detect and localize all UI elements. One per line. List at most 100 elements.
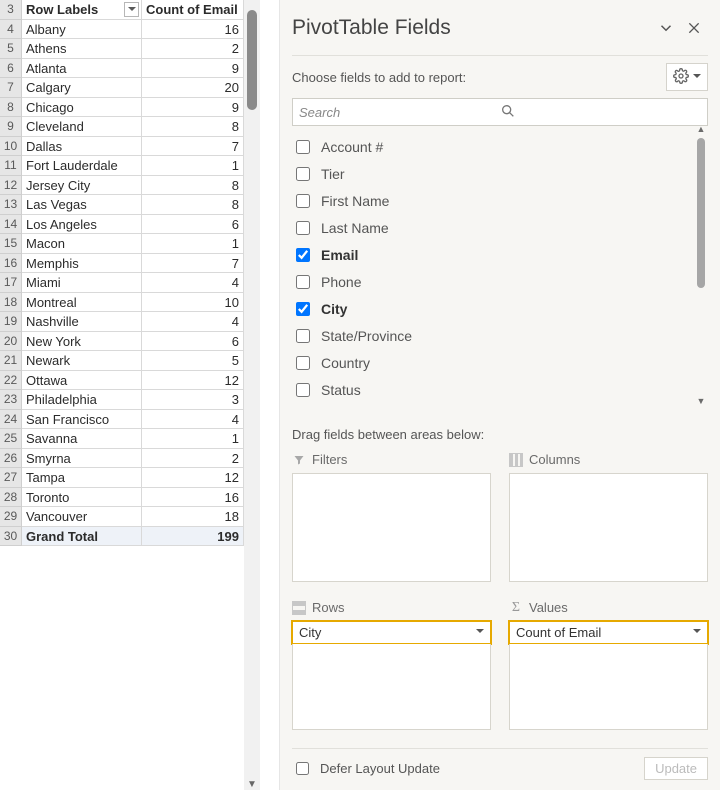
cell-value[interactable]: 5 [142, 351, 244, 371]
cell-value[interactable]: 6 [142, 332, 244, 352]
cell-value[interactable]: 20 [142, 78, 244, 98]
cell-label[interactable]: Tampa [22, 468, 142, 488]
field-item[interactable]: Last Name [292, 217, 694, 239]
cell-value[interactable]: 7 [142, 137, 244, 157]
table-row: 4Albany16 [0, 20, 244, 40]
cell-label[interactable]: San Francisco [22, 410, 142, 430]
field-checkbox[interactable] [296, 248, 310, 262]
rows-drop-zone[interactable] [292, 644, 491, 730]
field-checkbox[interactable] [296, 275, 310, 289]
cell-value[interactable]: 12 [142, 371, 244, 391]
cell-value[interactable]: 8 [142, 176, 244, 196]
fields-layout-options-button[interactable] [666, 63, 708, 91]
field-checkbox[interactable] [296, 194, 310, 208]
cell-value[interactable]: 3 [142, 390, 244, 410]
cell-value[interactable]: 6 [142, 215, 244, 235]
cell-label[interactable]: Athens [22, 39, 142, 59]
cell-label[interactable]: Memphis [22, 254, 142, 274]
cell-label[interactable]: Jersey City [22, 176, 142, 196]
cell-value[interactable]: 2 [142, 39, 244, 59]
cell-label[interactable]: Calgary [22, 78, 142, 98]
cell-label[interactable]: Dallas [22, 137, 142, 157]
cell-label[interactable]: Smyrna [22, 449, 142, 469]
cell-value[interactable]: 1 [142, 429, 244, 449]
defer-layout-checkbox[interactable] [296, 762, 309, 775]
cell-label[interactable]: Toronto [22, 488, 142, 508]
rows-field-pill[interactable]: City [291, 620, 492, 645]
scroll-down-arrow[interactable]: ▼ [694, 396, 708, 406]
fields-search-input[interactable]: Search [292, 98, 708, 126]
cell-value[interactable]: 16 [142, 488, 244, 508]
field-item[interactable]: Phone [292, 271, 694, 293]
row-number: 19 [0, 312, 22, 332]
cell-label[interactable]: Ottawa [22, 371, 142, 391]
field-item[interactable]: Status [292, 379, 694, 401]
field-item[interactable]: State/Province [292, 325, 694, 347]
cell-label[interactable]: Savanna [22, 429, 142, 449]
grand-total-value[interactable]: 199 [142, 527, 244, 547]
fields-scrollbar[interactable]: ▲ ▼ [694, 136, 708, 401]
row-labels-filter-dropdown[interactable] [124, 2, 139, 17]
field-checkbox[interactable] [296, 140, 310, 154]
chevron-down-icon [693, 70, 701, 85]
field-item[interactable]: Account # [292, 136, 694, 158]
cell-label[interactable]: Newark [22, 351, 142, 371]
field-checkbox[interactable] [296, 167, 310, 181]
cell-label[interactable]: Atlanta [22, 59, 142, 79]
cell-value[interactable]: 4 [142, 273, 244, 293]
cell-value[interactable]: 12 [142, 468, 244, 488]
update-button[interactable]: Update [644, 757, 708, 780]
cell-label[interactable]: New York [22, 332, 142, 352]
grand-total-label[interactable]: Grand Total [22, 527, 142, 547]
scroll-up-arrow[interactable]: ▲ [694, 124, 708, 134]
field-item[interactable]: Email [292, 244, 694, 266]
filters-drop-zone[interactable] [292, 473, 491, 582]
cell-value[interactable]: 1 [142, 234, 244, 254]
cell-label[interactable]: Montreal [22, 293, 142, 313]
collapse-pane-button[interactable] [652, 14, 680, 42]
close-pane-button[interactable] [680, 14, 708, 42]
cell-value[interactable]: 8 [142, 195, 244, 215]
cell-label[interactable]: Philadelphia [22, 390, 142, 410]
cell-value[interactable]: 8 [142, 117, 244, 137]
field-item[interactable]: Tier [292, 163, 694, 185]
cell-value[interactable]: 4 [142, 312, 244, 332]
cell-label[interactable]: Vancouver [22, 507, 142, 527]
cell-label[interactable]: Los Angeles [22, 215, 142, 235]
cell-label[interactable]: Albany [22, 20, 142, 40]
field-checkbox[interactable] [296, 221, 310, 235]
field-checkbox[interactable] [296, 383, 310, 397]
field-checkbox[interactable] [296, 302, 310, 316]
sheet-vertical-scrollbar[interactable]: ▼ [244, 0, 260, 790]
cell-value[interactable]: 10 [142, 293, 244, 313]
cell-label[interactable]: Chicago [22, 98, 142, 118]
gear-icon [673, 68, 689, 87]
field-checkbox[interactable] [296, 329, 310, 343]
cell-value[interactable]: 18 [142, 507, 244, 527]
values-field-pill[interactable]: Count of Email [508, 620, 709, 645]
field-item[interactable]: City [292, 298, 694, 320]
cell-label[interactable]: Cleveland [22, 117, 142, 137]
cell-value[interactable]: 9 [142, 59, 244, 79]
cell-label[interactable]: Macon [22, 234, 142, 254]
header-count[interactable]: Count of Email [142, 0, 244, 20]
field-item[interactable]: First Name [292, 190, 694, 212]
cell-label[interactable]: Fort Lauderdale [22, 156, 142, 176]
cell-label[interactable]: Las Vegas [22, 195, 142, 215]
header-row-labels[interactable]: Row Labels [22, 0, 142, 20]
field-item[interactable]: Country [292, 352, 694, 374]
cell-label[interactable]: Nashville [22, 312, 142, 332]
cell-value[interactable]: 7 [142, 254, 244, 274]
cell-value[interactable]: 4 [142, 410, 244, 430]
cell-value[interactable]: 1 [142, 156, 244, 176]
cell-label[interactable]: Miami [22, 273, 142, 293]
field-checkbox[interactable] [296, 356, 310, 370]
cell-value[interactable]: 9 [142, 98, 244, 118]
scrollbar-thumb[interactable] [697, 138, 705, 288]
scroll-down-arrow[interactable]: ▼ [244, 779, 260, 790]
scrollbar-thumb[interactable] [247, 10, 257, 110]
columns-drop-zone[interactable] [509, 473, 708, 582]
cell-value[interactable]: 16 [142, 20, 244, 40]
values-drop-zone[interactable] [509, 644, 708, 730]
cell-value[interactable]: 2 [142, 449, 244, 469]
